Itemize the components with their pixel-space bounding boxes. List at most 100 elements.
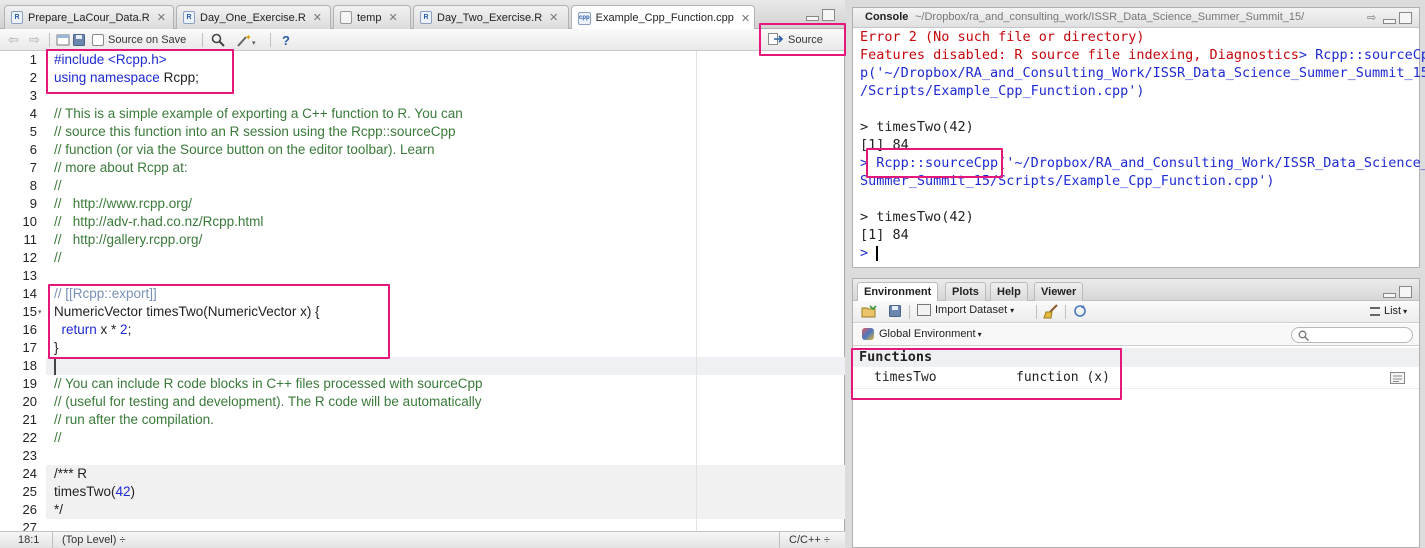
code-line-11: // http://gallery.rcpp.org/	[54, 232, 203, 247]
editor-toolbar: ⇦ ⇨ Source on Save ✦ ▾ ? Source	[0, 29, 845, 51]
tab-example-cpp-function[interactable]: cpp Example_Cpp_Function.cpp ✕	[571, 5, 755, 30]
console-line: Features disabled: R source file indexin…	[860, 46, 1425, 64]
file-type-selector[interactable]: C/C++ ÷	[789, 534, 830, 546]
tab-viewer[interactable]: Viewer	[1034, 282, 1084, 301]
console-line: > Rcpp::sourceCpp('~/Dropbox/RA_and_Cons…	[860, 154, 1425, 172]
code-line-15: NumericVector timesTwo(NumericVector x) …	[54, 304, 320, 319]
editor-tab-bar: R Prepare_LaCour_Data.R ✕ R Day_One_Exer…	[0, 0, 845, 30]
help-icon[interactable]: ?	[282, 32, 290, 48]
line-number: 16	[22, 322, 37, 337]
minimize-icon[interactable]	[806, 16, 819, 21]
line-number: 21	[22, 412, 37, 427]
r-file-icon: R	[11, 11, 23, 24]
scope-selector[interactable]: (Top Level) ÷	[62, 534, 126, 546]
console-line: Summer_Summit_15/Scripts/Example_Cpp_Fun…	[860, 172, 1275, 190]
console-line: > timesTwo(42)	[860, 208, 974, 226]
tab-help[interactable]: Help	[990, 282, 1028, 301]
tab-plots[interactable]: Plots	[945, 282, 986, 301]
console-line: p('~/Dropbox/RA_and_Consulting_Work/ISSR…	[860, 64, 1425, 82]
tab-prepare-lacour-data[interactable]: R Prepare_LaCour_Data.R ✕	[4, 5, 174, 29]
maximize-icon[interactable]	[822, 9, 835, 21]
console-line-text: Features disabled: R source file indexin…	[860, 47, 1299, 63]
line-number: 19	[22, 376, 37, 391]
console-line: Error 2 (No such file or directory)	[860, 28, 1144, 46]
cursor-position: 18:1	[18, 534, 40, 546]
line-number: 8	[29, 178, 37, 193]
code-line-19: // You can include R code blocks in C++ …	[54, 376, 483, 391]
close-icon[interactable]: ✕	[313, 11, 322, 24]
close-icon[interactable]: ✕	[157, 11, 166, 24]
code-line-26: */	[54, 502, 64, 517]
console-pane[interactable]: Console ~/Dropbox/ra_and_consulting_work…	[852, 7, 1425, 268]
line-number-gutter: 1 2 3 4 5 6 7 8 9 10 11 12 13 14 15 16 17 18 19 20 21 22 23 24 2…	[0, 51, 46, 535]
source-button[interactable]: Source	[768, 32, 823, 48]
console-line-text: >	[860, 245, 877, 261]
save-icon[interactable]	[889, 305, 901, 317]
code-line-21: // run after the compilation.	[54, 412, 214, 427]
editor-status-bar: 18:1 (Top Level) ÷ C/C++ ÷	[0, 531, 845, 548]
environment-scope-selector[interactable]: Global Environment ▾	[862, 328, 982, 340]
svg-text:▾: ▾	[252, 40, 256, 47]
fold-chevron-icon[interactable]: ▾	[38, 308, 42, 316]
checkbox-icon[interactable]	[92, 34, 104, 46]
minimize-icon[interactable]	[1383, 293, 1396, 298]
line-number: 14	[22, 286, 37, 301]
environment-pane: Environment Plots Help Viewer Import Dat…	[852, 278, 1420, 548]
back-arrow-icon[interactable]: ⇦	[8, 32, 19, 48]
line-number: 11	[23, 232, 38, 247]
save-icon[interactable]	[73, 32, 85, 48]
console-line: /Scripts/Example_Cpp_Function.cpp')	[860, 82, 1144, 100]
forward-arrow-icon[interactable]: ⇨	[29, 32, 40, 48]
line-number: 4	[29, 106, 37, 121]
broom-icon[interactable]	[1043, 304, 1059, 319]
close-icon[interactable]: ✕	[741, 12, 750, 25]
close-icon[interactable]: ✕	[388, 11, 397, 24]
code-area[interactable]: #include <Rcpp.h> using namespace Rcpp; …	[54, 51, 844, 531]
open-folder-icon[interactable]	[861, 305, 877, 318]
toolbar-divider	[270, 33, 271, 47]
refresh-icon[interactable]	[1073, 304, 1087, 318]
tab-environment[interactable]: Environment	[857, 282, 939, 301]
go-to-directory-icon[interactable]: ⇨	[1367, 11, 1376, 24]
environment-search-input[interactable]	[1291, 327, 1413, 343]
line-number: 9	[29, 196, 37, 211]
view-mode-selector[interactable]: List ▾	[1370, 305, 1407, 317]
search-icon[interactable]	[211, 32, 225, 48]
maximize-icon[interactable]	[1399, 12, 1412, 24]
line-number: 20	[22, 394, 37, 409]
line-number: 7	[29, 160, 37, 175]
toolbar-divider	[49, 33, 50, 47]
tab-day-two-exercise[interactable]: R Day_Two_Exercise.R ✕	[413, 5, 569, 29]
minimize-icon[interactable]	[1383, 19, 1396, 24]
line-number: 23	[22, 448, 37, 463]
line-number: 6	[29, 142, 37, 157]
maximize-icon[interactable]	[1399, 286, 1412, 298]
line-number: 22	[22, 430, 37, 445]
close-icon[interactable]: ✕	[549, 11, 558, 24]
cpp-file-icon: cpp	[578, 11, 591, 25]
code-line-12: //	[54, 250, 62, 265]
source-on-save-checkbox[interactable]: Source on Save	[92, 32, 186, 48]
code-line-14: // [[Rcpp::export]]	[54, 286, 157, 301]
chevron-down-icon: ▾	[977, 329, 982, 339]
object-value: function (x)	[1016, 370, 1110, 385]
table-icon	[340, 11, 352, 24]
line-number: 25	[22, 484, 37, 499]
line-number: 2	[29, 70, 37, 85]
environment-tab-bar: Environment Plots Help Viewer	[853, 279, 1419, 301]
tab-day-one-exercise[interactable]: R Day_One_Exercise.R ✕	[176, 5, 331, 29]
code-line-9: // http://www.rcpp.org/	[54, 196, 193, 211]
table-icon	[917, 304, 931, 316]
import-dataset-button[interactable]: Import Dataset ▾	[917, 304, 1014, 316]
code-line-22: //	[54, 430, 62, 445]
tab-temp[interactable]: temp ✕	[333, 5, 411, 29]
show-in-window-icon[interactable]	[56, 32, 70, 48]
environment-row[interactable]: timesTwo function (x)	[853, 369, 1419, 389]
console-line-text: > timesTwo(42)	[860, 209, 974, 225]
view-object-icon[interactable]	[1390, 372, 1405, 387]
line-number: 13	[22, 268, 37, 283]
console-line: > timesTwo(42)	[860, 118, 974, 136]
code-line-10: // http://adv-r.had.co.nz/Rcpp.html	[54, 214, 264, 229]
working-directory: ~/Dropbox/ra_and_consulting_work/ISSR_Da…	[915, 11, 1305, 23]
code-tools-wand-icon[interactable]: ✦ ▾	[236, 32, 258, 48]
